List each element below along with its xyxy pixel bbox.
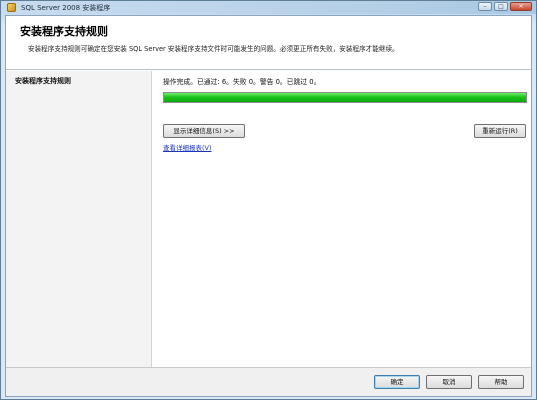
rerun-button[interactable]: 重新运行(R)	[474, 124, 526, 138]
page-description: 安装程序支持规则可确定在您安装 SQL Server 安装程序支持文件时可能发生…	[28, 45, 399, 53]
close-icon[interactable]: ✕	[510, 2, 532, 11]
cancel-button[interactable]: 取消	[426, 375, 472, 389]
window-controls: – □ ✕	[478, 2, 532, 11]
page-title: 安装程序支持规则	[20, 25, 108, 38]
dialog-client-area: 安装程序支持规则 安装程序支持规则可确定在您安装 SQL Server 安装程序…	[5, 15, 532, 397]
ok-button[interactable]: 确定	[374, 375, 420, 389]
title-bar[interactable]: SQL Server 2008 安装程序 – □ ✕	[1, 1, 536, 14]
sql-server-setup-icon	[7, 3, 16, 12]
progress-bar	[163, 92, 527, 103]
sidebar-item-setup-support-rules[interactable]: 安装程序支持规则	[15, 76, 71, 86]
minimize-icon[interactable]: –	[478, 2, 492, 11]
dialog-footer: 确定 取消 帮助	[6, 367, 531, 396]
status-text: 操作完成。已通过: 6。失败 0。警告 0。已跳过 0。	[163, 78, 321, 86]
maximize-icon[interactable]: □	[494, 2, 508, 11]
page-header: 安装程序支持规则 安装程序支持规则可确定在您安装 SQL Server 安装程序…	[6, 16, 531, 70]
main-panel: 操作完成。已通过: 6。失败 0。警告 0。已跳过 0。 显示详细信息(S) >…	[153, 71, 531, 367]
progress-fill	[164, 93, 526, 102]
window-title: SQL Server 2008 安装程序	[21, 4, 111, 12]
show-details-button[interactable]: 显示详细信息(S) >>	[163, 124, 245, 138]
setup-window: SQL Server 2008 安装程序 – □ ✕ 安装程序支持规则 安装程序…	[0, 0, 537, 400]
steps-sidebar: 安装程序支持规则	[6, 71, 152, 367]
view-detailed-report-link[interactable]: 查看详细报表(V)	[163, 142, 212, 152]
help-button[interactable]: 帮助	[478, 375, 524, 389]
